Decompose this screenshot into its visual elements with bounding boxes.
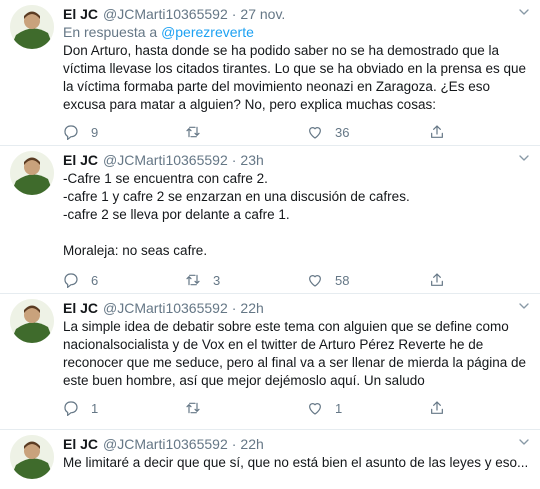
- timestamp[interactable]: 23h: [240, 151, 263, 169]
- avatar[interactable]: [10, 5, 54, 49]
- like-count: 1: [335, 400, 343, 416]
- retweet-icon: [186, 402, 200, 414]
- separator-dot: ·: [231, 152, 237, 168]
- reply-count: 9: [91, 124, 99, 140]
- chevron-down-icon[interactable]: [516, 150, 532, 166]
- author-handle[interactable]: @JCMarti10365592: [103, 435, 228, 453]
- like-count: 36: [335, 124, 350, 140]
- retweet-button[interactable]: [185, 400, 307, 416]
- like-button[interactable]: 58: [307, 272, 429, 288]
- tweet[interactable]: El JC @JCMarti10365592 · 22h Me limitaré…: [0, 430, 540, 489]
- author-handle[interactable]: @JCMarti10365592: [103, 5, 228, 23]
- retweet-button[interactable]: 3: [185, 272, 307, 288]
- timestamp[interactable]: 22h: [240, 435, 263, 453]
- author-handle[interactable]: @JCMarti10365592: [103, 299, 228, 317]
- timestamp[interactable]: 27 nov.: [240, 5, 285, 23]
- tweet-actions: 9 36: [63, 123, 530, 141]
- tweet-text: La simple idea de debatir sobre este tem…: [63, 319, 527, 388]
- reply-count: 6: [91, 272, 99, 288]
- chevron-down-icon[interactable]: [516, 4, 532, 20]
- author-name[interactable]: El JC: [63, 299, 98, 317]
- author-name[interactable]: El JC: [63, 435, 98, 453]
- reply-label: En respuesta a: [63, 24, 158, 40]
- separator-dot: ·: [231, 436, 237, 452]
- chevron-down-icon[interactable]: [516, 298, 532, 314]
- share-button[interactable]: [429, 272, 445, 288]
- reply-handle-link[interactable]: @perezreverte: [161, 24, 254, 40]
- reply-button[interactable]: 6: [63, 272, 185, 288]
- tweet-text: -Cafre 1 se encuentra con cafre 2. -cafr…: [63, 171, 410, 258]
- heart-icon: [309, 127, 321, 139]
- chevron-down-icon[interactable]: [516, 434, 532, 450]
- share-button[interactable]: [429, 400, 445, 416]
- reply-count: 1: [91, 400, 99, 416]
- reply-icon: [64, 401, 78, 416]
- tweet-actions: 6 3 58: [63, 271, 530, 289]
- like-count: 58: [335, 272, 350, 288]
- avatar[interactable]: [10, 151, 54, 195]
- tweet-actions: 1 1: [63, 399, 530, 417]
- reply-button[interactable]: 9: [63, 124, 185, 140]
- avatar[interactable]: [10, 299, 54, 343]
- share-button[interactable]: [429, 124, 445, 140]
- author-name[interactable]: El JC: [63, 5, 98, 23]
- heart-icon: [309, 403, 321, 415]
- author-name[interactable]: El JC: [63, 151, 98, 169]
- author-handle[interactable]: @JCMarti10365592: [103, 151, 228, 169]
- separator-dot: ·: [231, 300, 237, 316]
- tweet-thread: El JC @JCMarti10365592 · 27 nov. En resp…: [0, 0, 540, 489]
- reply-button[interactable]: 1: [63, 400, 185, 416]
- separator-dot: ·: [231, 6, 237, 22]
- like-button[interactable]: 36: [307, 124, 429, 140]
- like-button[interactable]: 1: [307, 400, 429, 416]
- share-icon: [431, 401, 443, 414]
- tweet[interactable]: El JC @JCMarti10365592 · 27 nov. En resp…: [0, 0, 540, 146]
- retweet-count: 3: [213, 272, 221, 288]
- retweet-icon: [186, 274, 200, 286]
- reply-icon: [64, 273, 78, 288]
- avatar[interactable]: [10, 435, 54, 479]
- tweet-text: Me limitaré a decir que que sí, que no e…: [63, 455, 529, 470]
- heart-icon: [309, 275, 321, 287]
- retweet-button[interactable]: [185, 124, 307, 140]
- reply-context: En respuesta a @perezreverte: [63, 23, 530, 41]
- share-icon: [431, 125, 443, 138]
- reply-icon: [64, 125, 78, 140]
- timestamp[interactable]: 22h: [240, 299, 263, 317]
- share-icon: [431, 273, 443, 286]
- tweet-text: Don Arturo, hasta donde se ha podido sab…: [63, 43, 527, 112]
- tweet[interactable]: El JC @JCMarti10365592 · 22h La simple i…: [0, 294, 540, 430]
- tweet[interactable]: El JC @JCMarti10365592 · 23h -Cafre 1 se…: [0, 146, 540, 294]
- retweet-icon: [186, 126, 200, 138]
